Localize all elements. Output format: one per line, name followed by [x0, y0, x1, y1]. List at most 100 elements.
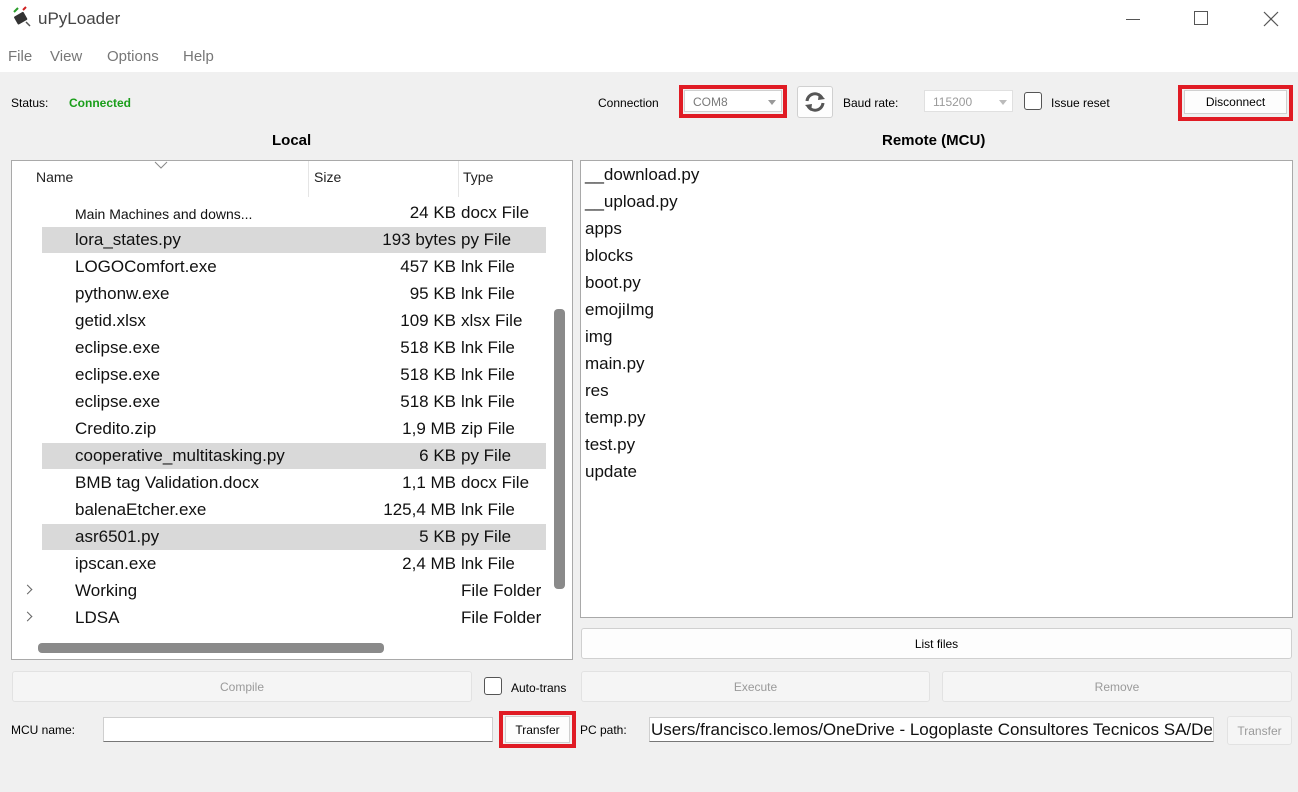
file-size: 125,4 MB [383, 500, 456, 519]
chevron-right-icon[interactable] [22, 611, 33, 622]
file-size: 193 bytes [382, 230, 456, 249]
close-icon [1263, 11, 1279, 27]
file-row[interactable]: eclipse.exe 518 KB lnk File [12, 362, 548, 388]
close-button[interactable] [1238, 0, 1298, 40]
local-panel-title: Local [272, 132, 312, 149]
local-file-tree[interactable]: Name Size Type Main Machines and downs..… [11, 160, 573, 660]
column-header-name[interactable]: Name [36, 169, 73, 185]
column-separator [458, 161, 459, 197]
file-row[interactable]: eclipse.exe 518 KB lnk File [12, 389, 548, 415]
title-bar: uPyLoader [0, 0, 1298, 40]
remote-file-item[interactable]: update [585, 462, 637, 482]
refresh-ports-button[interactable] [797, 86, 833, 118]
remote-file-item[interactable]: emojiImg [585, 300, 654, 320]
maximize-button[interactable] [1170, 0, 1230, 40]
list-files-button[interactable]: List files [581, 628, 1292, 659]
file-row[interactable]: BMB tag Validation.docx 1,1 MB docx File [12, 470, 548, 496]
file-row[interactable]: cooperative_multitasking.py 6 KB py File [42, 443, 546, 469]
folder-row[interactable]: LDSA File Folder [12, 605, 548, 631]
file-row[interactable]: pythonw.exe 95 KB lnk File [12, 281, 548, 307]
file-type: lnk File [461, 392, 515, 411]
mcu-name-input[interactable] [103, 717, 493, 742]
remote-file-item[interactable]: main.py [585, 354, 645, 374]
file-size: 518 KB [400, 365, 456, 384]
vertical-scrollbar[interactable] [554, 309, 565, 589]
menu-view[interactable]: View [50, 48, 82, 65]
baud-rate-select[interactable]: 115200 [924, 90, 1013, 112]
file-row[interactable]: asr6501.py 5 KB py File [42, 524, 546, 550]
menu-file[interactable]: File [8, 48, 32, 65]
menu-options[interactable]: Options [107, 48, 159, 65]
file-row[interactable]: LOGOComfort.exe 457 KB lnk File [12, 254, 548, 280]
remote-file-item[interactable]: __download.py [585, 165, 699, 185]
file-type: lnk File [461, 257, 515, 276]
file-name: lora_states.py [75, 230, 181, 249]
file-name: pythonw.exe [75, 284, 170, 303]
pc-path-value: Users/francisco.lemos/OneDrive - Logopla… [651, 720, 1214, 739]
maximize-icon [1194, 11, 1208, 25]
remote-file-item[interactable]: __upload.py [585, 192, 678, 212]
baud-rate-value: 115200 [933, 95, 973, 109]
file-size: 2,4 MB [402, 554, 456, 573]
remote-file-list[interactable]: __download.py __upload.pyapps blocks boot.p… [580, 160, 1293, 618]
file-row[interactable]: balenaEtcher.exe 125,4 MB lnk File [12, 497, 548, 523]
file-type: lnk File [461, 500, 515, 519]
file-type: lnk File [461, 338, 515, 357]
file-row[interactable]: Credito.zip 1,9 MB zip File [12, 416, 548, 442]
file-type: zip File [461, 419, 515, 438]
file-row[interactable]: Main Machines and downs... 24 KB docx File [12, 200, 548, 226]
remote-file-item[interactable]: boot.py [585, 273, 641, 293]
issue-reset-checkbox[interactable] [1024, 92, 1042, 110]
file-size: 518 KB [400, 392, 456, 411]
remote-file-item[interactable]: res [585, 381, 609, 401]
remote-file-item[interactable]: img [585, 327, 612, 347]
file-name: eclipse.exe [75, 338, 161, 357]
transfer-to-pc-button[interactable]: Transfer [1227, 716, 1292, 745]
chevron-right-icon[interactable] [22, 584, 33, 595]
file-row[interactable]: getid.xlsx 109 KB xlsx File [12, 308, 548, 334]
remote-file-item[interactable]: test.py [585, 435, 635, 455]
mcu-name-label: MCU name: [11, 723, 76, 737]
horizontal-scrollbar[interactable] [38, 643, 384, 653]
file-type: docx File [461, 473, 530, 492]
column-header-type[interactable]: Type [463, 169, 493, 185]
file-type: File Folder [461, 608, 542, 627]
file-size: 6 KB [419, 446, 456, 465]
file-size: 518 KB [400, 338, 456, 357]
file-row[interactable]: lora_states.py 193 bytes py File [42, 227, 546, 253]
upyloader-chip-icon [13, 6, 31, 27]
remote-panel-title: Remote (MCU) [882, 132, 986, 149]
file-row[interactable]: eclipse.exe 518 KB lnk File [12, 335, 548, 361]
file-name: balenaEtcher.exe [75, 500, 207, 519]
file-name: ipscan.exe [75, 554, 157, 573]
file-size: 24 KB [409, 203, 456, 222]
remote-file-item[interactable]: blocks [585, 246, 633, 266]
folder-row[interactable]: Working File Folder [12, 578, 548, 604]
file-name: LOGOComfort.exe [75, 257, 217, 276]
auto-transfer-label: Auto-trans [511, 681, 567, 695]
auto-transfer-checkbox[interactable] [484, 677, 502, 695]
file-type: lnk File [461, 554, 515, 573]
column-header-size[interactable]: Size [314, 169, 341, 185]
baud-rate-label: Baud rate: [843, 96, 899, 110]
compile-button[interactable]: Compile [12, 671, 472, 702]
menu-bar: File View Options Help [0, 40, 1298, 72]
disconnect-highlight-box [1178, 85, 1293, 121]
remove-button[interactable]: Remove [942, 671, 1292, 702]
file-name: Main Machines and downs... [75, 206, 253, 222]
file-size: 1,9 MB [402, 419, 456, 438]
minimize-button[interactable] [1102, 0, 1162, 40]
file-size: 457 KB [400, 257, 456, 276]
execute-button[interactable]: Execute [581, 671, 930, 702]
pc-path-input[interactable]: Users/francisco.lemos/OneDrive - Logopla… [649, 717, 1214, 742]
chevron-down-icon [999, 100, 1007, 105]
file-name: LDSA [75, 608, 120, 627]
remote-file-item[interactable]: apps [585, 219, 622, 239]
remote-file-item[interactable]: temp.py [585, 408, 645, 428]
menu-help[interactable]: Help [183, 48, 214, 65]
status-label: Status: [11, 96, 49, 110]
issue-reset-label: Issue reset [1051, 96, 1110, 110]
file-name: getid.xlsx [75, 311, 146, 330]
file-row[interactable]: ipscan.exe 2,4 MB lnk File [12, 551, 548, 577]
file-type: lnk File [461, 365, 515, 384]
